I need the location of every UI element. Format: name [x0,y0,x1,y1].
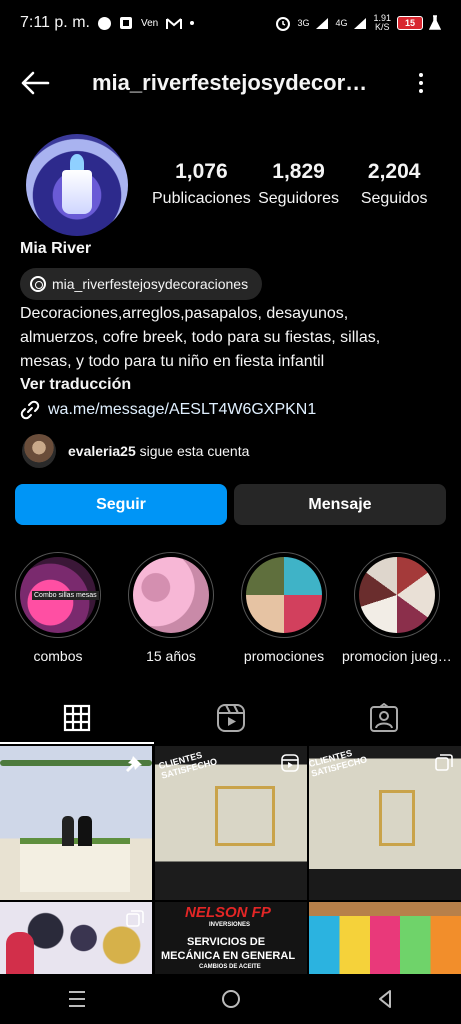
highlight-combos[interactable]: Combo sillas mesas combos [3,552,113,664]
highlight-promocion-juegos[interactable]: promocion juegos [342,552,452,664]
battery-icon: 15 [397,16,423,30]
post-tile[interactable]: CLIENTES SATISFECHO [309,746,461,900]
more-options-button[interactable] [410,68,432,98]
flask-icon [429,15,441,30]
tab-grid[interactable] [0,692,154,744]
recent-apps-icon[interactable] [66,989,88,1009]
post-tile[interactable] [0,746,152,900]
profile-header: mia_riverfestejosydecoraciones [0,58,461,108]
ven-icon: Ven [140,17,159,29]
tab-tagged[interactable] [307,692,461,744]
signal-icon [316,17,329,29]
back-button[interactable] [18,68,52,98]
more-notifications-icon [190,21,195,25]
system-nav-bar [0,974,461,1024]
grid-icon [63,704,90,732]
alarm-icon [276,17,291,31]
threads-badge[interactable]: mia_riverfestejosydecoraciones [20,268,263,300]
stat-followers[interactable]: 1,829 Seguidores [251,160,347,208]
profile-tabs [0,692,461,744]
profile-stats: 1,076 Publicaciones 1,829 Seguidores 2,2… [152,160,442,208]
highlight-image [133,557,209,633]
followed-by[interactable]: evaleria25 sigue esta cuenta [22,434,249,468]
network-3g: 3G [297,18,310,28]
follower-username: evaleria25 [68,443,136,459]
data-speed: 1.91 K/S [373,13,391,32]
reels-icon [216,704,245,732]
see-translation-link[interactable]: Ver traducción [20,376,131,394]
reels-icon [281,754,299,772]
display-name: Mia River [20,240,92,257]
notification-dot-icon [97,16,111,30]
arrow-left-icon [21,71,50,95]
home-icon[interactable] [220,988,242,1010]
status-bar: 7:11 p. m. Ven 3G 4G 1.91 K/S 15 [0,0,461,46]
profile-link[interactable]: wa.me/message/AESLT4W6GXPKN1 [20,400,316,420]
bio: Decoraciones,arreglos,pasapalos, desayun… [20,305,381,370]
follow-button[interactable]: Seguir [15,484,227,525]
link-icon [20,400,40,420]
highlight-image [359,557,435,633]
network-4g: 4G [335,18,348,28]
highlight-image [246,557,322,633]
follower-avatar [22,434,56,468]
status-time: 7:11 p. m. [20,14,90,31]
signal-icon-2 [354,17,367,29]
highlight-promociones[interactable]: promociones [229,552,339,664]
gmail-icon [166,17,183,29]
carousel-icon [435,754,453,771]
post-tile[interactable] [0,902,152,974]
avatar[interactable] [26,134,128,236]
highlight-image: Combo sillas mesas [20,557,99,633]
tab-reels[interactable] [154,692,308,744]
tagged-icon [370,703,399,732]
more-vertical-icon [419,73,423,77]
story-highlights: Combo sillas mesas combos 15 años promoc… [0,552,461,672]
post-tile[interactable]: NELSON FP INVERSIONES SERVICIOS DE MECÁN… [155,902,307,974]
post-tile[interactable] [309,902,461,974]
threads-handle: mia_riverfestejosydecoraciones [52,276,249,292]
message-button[interactable]: Mensaje [234,484,446,525]
stat-following[interactable]: 2,204 Seguidos [346,160,442,208]
page-title: mia_riverfestejosydecoraciones [92,70,372,95]
pinned-icon [126,756,142,772]
post-tile[interactable]: CLIENTES SATISFECHO [155,746,307,900]
highlight-15-anos[interactable]: 15 años [116,552,226,664]
stat-posts[interactable]: 1,076 Publicaciones [152,160,251,208]
threads-icon [30,276,46,292]
back-nav-icon[interactable] [375,988,395,1010]
gallery-icon [119,17,132,29]
carousel-icon [126,910,144,927]
